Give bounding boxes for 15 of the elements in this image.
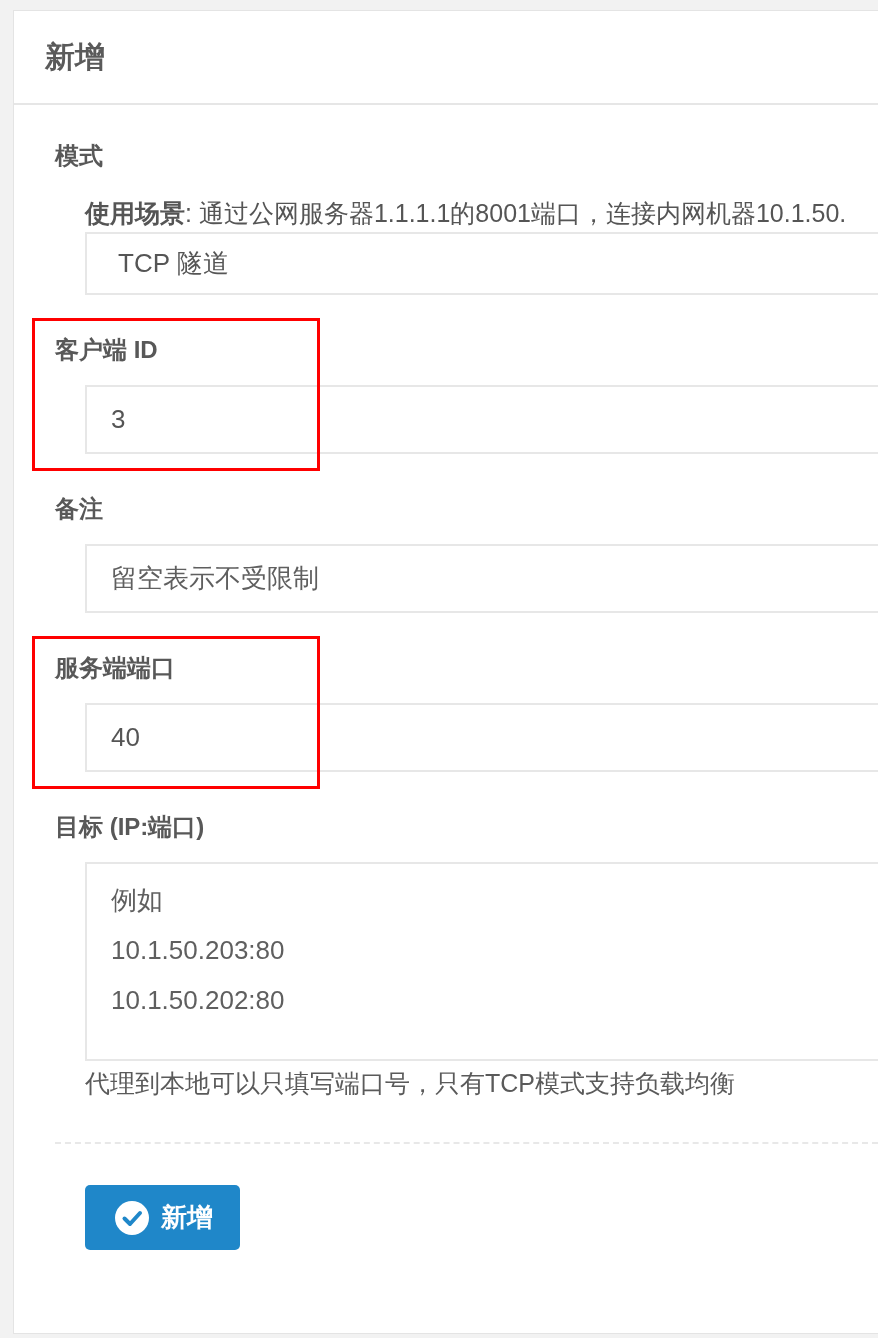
help-text: 使用场景: 通过公网服务器1.1.1.1的8001端口，连接内网机器10.1.50. <box>85 198 848 229</box>
panel-title: 新增 <box>45 39 105 75</box>
check-circle-icon <box>115 1200 149 1235</box>
field-label: 目标 (IP:端口) <box>55 812 205 842</box>
field-label: 模式 <box>55 141 103 171</box>
field-label: 客户端 ID <box>55 335 158 365</box>
field-label: 服务端端口 <box>55 653 175 683</box>
target-textarea[interactable]: 例如 10.1.50.203:80 10.1.50.202:80 <box>85 862 878 1061</box>
text-input[interactable]: 40 <box>85 703 878 772</box>
help-text: 代理到本地可以只填写端口号，只有TCP模式支持负载均衡 <box>85 1068 736 1099</box>
mode-select[interactable]: TCP 隧道 <box>85 232 878 295</box>
text-input[interactable]: 留空表示不受限制 <box>85 544 878 613</box>
submit-button[interactable]: 新增 <box>85 1185 240 1250</box>
field-label: 备注 <box>55 494 103 524</box>
text-input[interactable]: 3 <box>85 385 878 454</box>
